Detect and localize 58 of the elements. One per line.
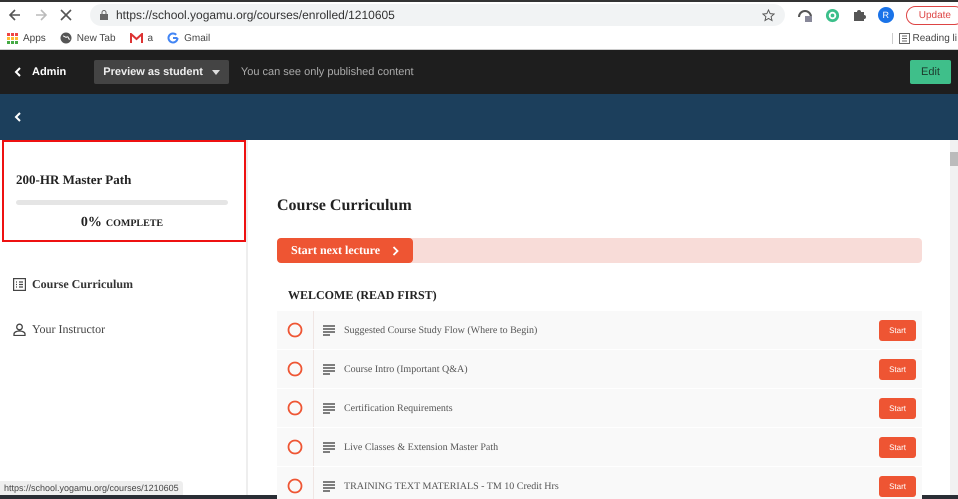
lecture-row[interactable]: Suggested Course Study Flow (Where to Begin) Start	[277, 311, 922, 350]
mail-icon	[130, 33, 143, 43]
sidebar-item[interactable]: Course Curriculum	[0, 277, 246, 292]
section-title: WELCOME (READ FIRST)	[288, 288, 438, 303]
person-icon	[13, 323, 26, 336]
start-button[interactable]: Start	[879, 320, 916, 340]
lecture-title: Live Classes & Extension Master Path	[344, 442, 498, 452]
status-url: https://school.yogamu.org/courses/1210605	[0, 481, 183, 495]
lecture-row[interactable]: Live Classes & Extension Master Path Start	[277, 428, 922, 467]
start-button[interactable]: Start	[879, 436, 916, 458]
list-icon	[13, 278, 26, 291]
progress-label: COMPLETE	[106, 218, 164, 229]
chevron-left-icon	[14, 67, 22, 77]
lecture-title: Suggested Course Study Flow (Where to Begin)	[344, 324, 538, 336]
profile-avatar[interactable]: R	[878, 7, 894, 23]
google-icon	[167, 32, 180, 44]
lecture-row[interactable]: Certification Requirements Start	[277, 389, 922, 428]
lecture-title: Certification Requirements	[344, 402, 453, 414]
reading-list[interactable]: Reading li	[892, 32, 957, 44]
address-bar[interactable]: https://school.yogamu.org/courses/enrolled/1210605	[90, 4, 785, 26]
bookmark[interactable]: Gmail	[167, 32, 210, 44]
lecture-row[interactable]: TRAINING TEXT MATERIALS - TM 10 Credit Hrs Start	[277, 467, 922, 499]
progress-percent: 0%	[80, 215, 102, 230]
lecture-row[interactable]: Course Intro (Important Q&A) Start	[277, 350, 922, 389]
preview-dropdown[interactable]: Preview as student	[94, 60, 229, 84]
start-button[interactable]: Start	[879, 358, 916, 380]
back-icon[interactable]	[8, 8, 22, 22]
preview-note: You can see only published content	[240, 66, 414, 78]
text-lines-icon	[323, 324, 335, 336]
caret-icon	[212, 70, 220, 74]
bookmark[interactable]: New Tab	[60, 32, 116, 44]
start-button[interactable]: Start	[879, 476, 916, 496]
lecture-title: TRAINING TEXT MATERIALS - TM 10 Credit Hrs	[344, 480, 559, 492]
text-lines-icon	[323, 402, 335, 414]
admin-back-link[interactable]: Admin	[14, 66, 66, 78]
puzzle-icon[interactable]	[852, 8, 866, 22]
scrollbar[interactable]	[950, 140, 958, 495]
lecture-title: Course Intro (Important Q&A)	[344, 364, 468, 374]
stop-loading-icon[interactable]	[60, 9, 72, 21]
chevron-right-icon	[392, 246, 400, 256]
gauge-icon[interactable]	[796, 7, 813, 23]
edit-button[interactable]: Edit	[910, 60, 951, 84]
text-lines-icon	[323, 480, 335, 492]
course-title: 200-HR Master Path	[16, 172, 132, 188]
start-next-lecture-button[interactable]: Start next lecture	[277, 238, 414, 263]
bookmark[interactable]: Apps	[7, 32, 46, 44]
lock-icon	[100, 10, 108, 20]
sidebar-item[interactable]: Your Instructor	[0, 322, 246, 337]
bookmark[interactable]: a	[130, 32, 154, 44]
text-lines-icon	[323, 364, 335, 374]
collapse-chevron-icon[interactable]	[14, 112, 22, 122]
update-button[interactable]: Update	[906, 6, 958, 24]
start-button[interactable]: Start	[879, 398, 916, 418]
star-icon[interactable]	[762, 8, 775, 22]
text-lines-icon	[323, 442, 335, 452]
list-icon	[898, 32, 910, 44]
page-title: Course Curriculum	[277, 197, 413, 215]
apps-grid-icon	[7, 32, 18, 44]
